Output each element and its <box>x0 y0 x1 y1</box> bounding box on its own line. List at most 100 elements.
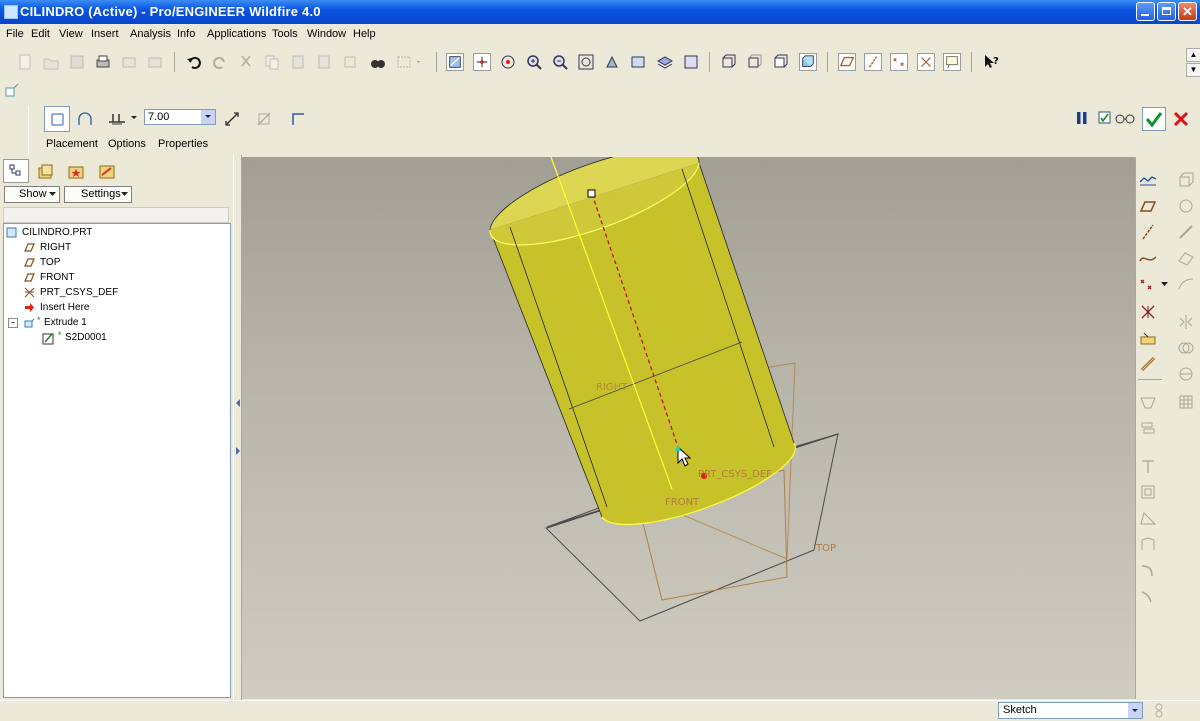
chain-tool-icon[interactable] <box>1139 355 1157 373</box>
settings-dropdown-button[interactable]: Settings <box>64 186 132 203</box>
remove-material-icon[interactable] <box>255 110 273 128</box>
selection-filter-dropdown[interactable]: Sketch <box>998 702 1143 719</box>
pause-icon[interactable] <box>1074 110 1090 126</box>
whats-this-help-icon[interactable]: ? <box>982 53 1000 71</box>
tab-placement[interactable]: Placement <box>46 138 98 150</box>
toolbar-scroll[interactable]: ▲ ▼ <box>1186 48 1200 78</box>
hole-tool-icon[interactable] <box>1139 393 1157 411</box>
paste-icon[interactable] <box>289 53 307 71</box>
folder-browser-icon[interactable] <box>37 163 55 181</box>
annotation-display-icon[interactable] <box>943 53 961 71</box>
tab-model-tree[interactable] <box>3 159 29 183</box>
csys-display-icon[interactable] <box>917 53 935 71</box>
undo-icon[interactable] <box>185 53 203 71</box>
zoom-in-icon[interactable] <box>525 53 543 71</box>
solid-extrude-button[interactable] <box>44 106 70 132</box>
save-icon[interactable] <box>68 53 86 71</box>
redo-icon[interactable] <box>211 53 229 71</box>
tab-options[interactable]: Options <box>108 138 146 150</box>
axis-tool-icon[interactable] <box>1139 223 1157 241</box>
regenerate-icon[interactable] <box>341 53 359 71</box>
open-icon[interactable] <box>42 53 60 71</box>
variable-sweep-icon[interactable] <box>1177 223 1195 241</box>
spin-center-icon[interactable] <box>473 53 491 71</box>
chevron-down-icon[interactable] <box>1161 282 1168 287</box>
draft-tool-icon[interactable] <box>1139 483 1157 501</box>
blend-tool-icon[interactable] <box>1139 587 1157 605</box>
favorites-icon[interactable] <box>67 163 85 181</box>
graphics-window[interactable]: RIGHT PRT_CSYS_DEF FRONT TOP <box>242 157 1135 699</box>
extrude-tool-icon[interactable] <box>1177 171 1195 189</box>
point-tool-icon[interactable] <box>1139 275 1157 293</box>
dashboard-options-icon[interactable] <box>4 82 22 100</box>
panel-splitter[interactable] <box>233 155 242 700</box>
shading-icon[interactable] <box>799 53 817 71</box>
merge-tool-icon[interactable] <box>1177 339 1195 357</box>
refit-icon[interactable] <box>577 53 595 71</box>
sweep-tool-icon[interactable] <box>1139 561 1157 579</box>
depth-dropdown-arrow[interactable] <box>201 110 215 124</box>
connections-icon[interactable] <box>98 163 116 181</box>
chamfer-tool-icon[interactable] <box>1139 535 1157 553</box>
curve-tool-icon[interactable] <box>1139 249 1157 267</box>
analysis-tool-icon[interactable] <box>1139 329 1157 347</box>
layers-icon[interactable] <box>656 53 674 71</box>
cancel-x-icon[interactable] <box>1172 110 1190 128</box>
pattern-tool-icon[interactable] <box>1177 393 1195 411</box>
datum-axes-display-icon[interactable] <box>864 53 882 71</box>
zoom-out-icon[interactable] <box>551 53 569 71</box>
shell-tool-icon[interactable] <box>1139 419 1157 437</box>
menu-help[interactable]: Help <box>353 28 376 40</box>
no-hidden-icon[interactable] <box>772 53 790 71</box>
mirror-tool-icon[interactable] <box>1177 313 1195 331</box>
revolve-tool-icon[interactable] <box>1177 197 1195 215</box>
menu-info[interactable]: Info <box>177 28 195 40</box>
copy-icon[interactable] <box>263 53 281 71</box>
filter-dropdown-arrow[interactable] <box>1128 703 1142 718</box>
close-window-button[interactable]: ✕ <box>1178 2 1197 21</box>
menu-view[interactable]: View <box>59 28 83 40</box>
depth-option-icon[interactable] <box>107 109 127 127</box>
depth-drag-handle[interactable] <box>587 189 596 198</box>
depth-value-field[interactable]: 7.00 <box>144 109 216 125</box>
cut-icon[interactable] <box>237 53 255 71</box>
repaint-icon[interactable] <box>446 53 464 71</box>
boundary-blend-icon[interactable] <box>1177 249 1195 267</box>
minimize-button[interactable] <box>1136 2 1155 21</box>
trim-tool-icon[interactable] <box>1177 365 1195 383</box>
menu-file[interactable]: File <box>6 28 24 40</box>
expand-right-icon[interactable] <box>235 446 241 456</box>
depth-option-dropdown-icon[interactable] <box>130 115 138 121</box>
rib-tool-icon[interactable] <box>1139 457 1157 475</box>
datum-planes-display-icon[interactable] <box>838 53 856 71</box>
tab-properties[interactable]: Properties <box>158 138 208 150</box>
style-tool-icon[interactable] <box>1177 275 1195 293</box>
accept-button[interactable] <box>1142 107 1166 131</box>
orient-mode-icon[interactable] <box>499 53 517 71</box>
selection-filter-icon[interactable] <box>395 53 423 71</box>
wireframe-icon[interactable] <box>720 53 738 71</box>
new-icon[interactable] <box>16 53 34 71</box>
flip-direction-icon[interactable] <box>223 110 241 128</box>
menu-applications[interactable]: Applications <box>207 28 266 40</box>
menu-analysis[interactable]: Analysis <box>130 28 171 40</box>
email-icon[interactable] <box>120 53 138 71</box>
menu-window[interactable]: Window <box>307 28 346 40</box>
thicken-icon[interactable] <box>289 110 307 128</box>
csys-tool-icon[interactable] <box>1139 303 1157 321</box>
menu-insert[interactable]: Insert <box>91 28 119 40</box>
preview-glasses-icon[interactable] <box>1114 110 1136 126</box>
send-icon[interactable] <box>146 53 164 71</box>
collapse-toggle[interactable]: − <box>8 318 18 328</box>
surface-extrude-icon[interactable] <box>76 111 94 129</box>
menu-edit[interactable]: Edit <box>31 28 50 40</box>
plane-tool-icon[interactable] <box>1139 197 1157 215</box>
round-tool-icon[interactable] <box>1139 509 1157 527</box>
maximize-button[interactable] <box>1157 2 1176 21</box>
find-icon[interactable] <box>369 53 387 71</box>
reorient-icon[interactable] <box>603 53 621 71</box>
hidden-line-icon[interactable] <box>746 53 764 71</box>
menu-tools[interactable]: Tools <box>272 28 298 40</box>
view-manager-icon[interactable] <box>682 53 700 71</box>
show-dropdown-button[interactable]: Show <box>4 186 60 203</box>
